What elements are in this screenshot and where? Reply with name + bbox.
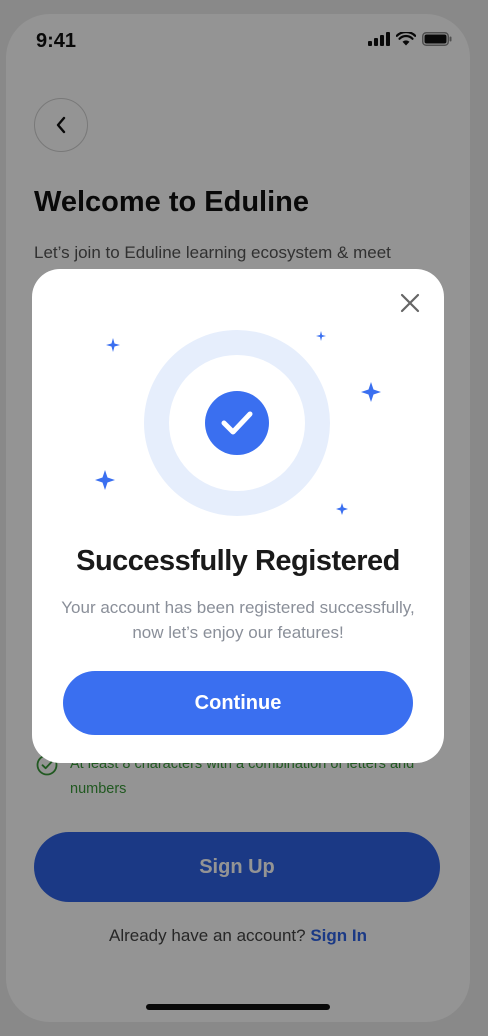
dialog-title: Successfully Registered	[76, 545, 400, 577]
close-icon	[400, 293, 420, 313]
close-button[interactable]	[396, 289, 424, 317]
success-dialog: Successfully Registered Your account has…	[32, 269, 444, 763]
sparkle-icon	[316, 331, 326, 341]
sparkle-icon	[95, 470, 115, 490]
sparkle-icon	[336, 503, 348, 515]
check-circle-icon	[205, 391, 269, 455]
sparkle-icon	[361, 382, 381, 402]
success-illustration	[95, 330, 381, 516]
dialog-message: Your account has been registered success…	[61, 598, 415, 642]
continue-button[interactable]: Continue	[63, 671, 413, 735]
sparkle-icon	[106, 338, 120, 352]
